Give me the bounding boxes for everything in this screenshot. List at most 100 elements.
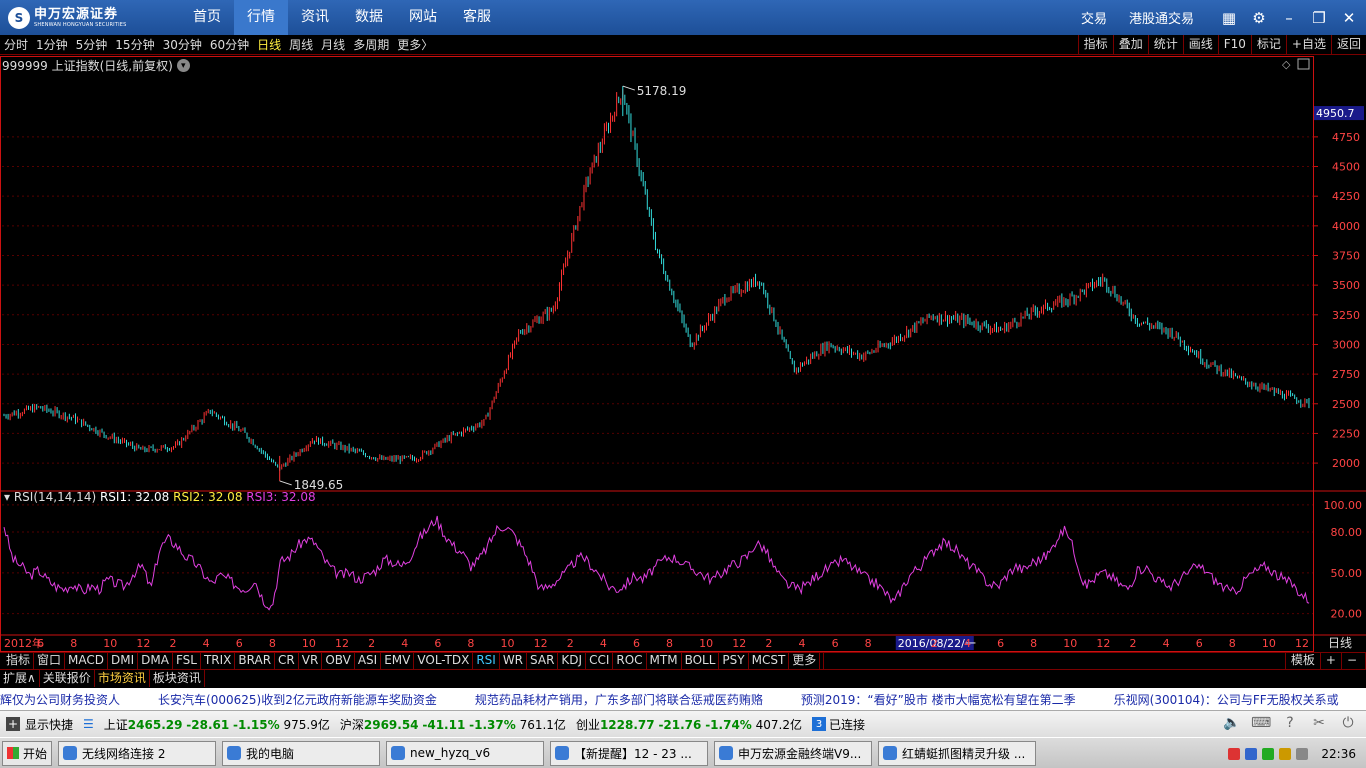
power-icon[interactable]: ⏻ [1338, 715, 1358, 733]
indicator-tab-21[interactable]: BOLL [682, 653, 720, 669]
kline-chart-area[interactable]: 2000 2250 2500 2750 3000 3250 3500 3750 4000 4250… [0, 56, 1366, 652]
period-9[interactable]: 多周期 [349, 36, 393, 53]
indicator-right-1[interactable]: + [1319, 653, 1341, 669]
tray-misc-icon[interactable] [1296, 747, 1309, 760]
tools-icon[interactable]: ✂ [1309, 715, 1329, 733]
period-6[interactable]: 日线 [253, 36, 285, 53]
taskbar-item-5[interactable]: 红蜻蜓抓图精灵升级 ... [878, 740, 1036, 766]
nav-item-4[interactable]: 网站 [396, 0, 450, 35]
chart-canvas[interactable]: 2000225025002750300032503500375040004250… [0, 56, 1366, 652]
index-quote-2[interactable]: 创业1228.77 -21.76 -1.74% 407.2亿 [576, 716, 802, 733]
indicator-tab-6[interactable]: TRIX [201, 653, 236, 669]
info-tab-1[interactable]: 关联报价 [40, 670, 95, 687]
task-label: 申万宏源金融终端V9... [738, 746, 862, 761]
hk-connect-link[interactable]: 港股通交易 [1129, 8, 1194, 27]
indicator-tab-5[interactable]: FSL [173, 653, 201, 669]
indicator-tab-23[interactable]: MCST [749, 653, 790, 669]
window-toggle-icon [1297, 58, 1310, 70]
indicator-tab-2[interactable]: MACD [65, 653, 109, 669]
indicator-tab-11[interactable]: ASI [355, 653, 382, 669]
period-5[interactable]: 60分钟 [206, 36, 253, 53]
period-4[interactable]: 30分钟 [159, 36, 206, 53]
ticker-item[interactable]: 规范药品耗材产销用，广东多部门将联合惩戒医药贿赂 [475, 691, 763, 708]
taskbar-item-0[interactable]: 无线网络连接 2 [58, 740, 216, 766]
expand-plus-icon[interactable]: + [6, 717, 20, 731]
grid-menu-icon[interactable]: ▦ [1216, 5, 1242, 31]
indicator-tab-16[interactable]: SAR [527, 653, 559, 669]
chart-tool-7[interactable]: 返回 [1330, 35, 1366, 55]
index-quote-0[interactable]: 上证2465.29 -28.61 -1.15% 975.9亿 [104, 716, 330, 733]
show-quick-label[interactable]: 显示快捷 [25, 716, 73, 733]
chart-tool-2[interactable]: 统计 [1147, 35, 1183, 55]
indicator-tab-18[interactable]: CCI [586, 653, 614, 669]
indicator-tab-4[interactable]: DMA [138, 653, 173, 669]
nav-item-5[interactable]: 客服 [450, 0, 504, 35]
news-ticker[interactable]: 辉仅为公司财务投资人 长安汽车(000625)收到2亿元政府新能源车奖励资金 规范药… [0, 688, 1366, 710]
taskbar-item-2[interactable]: new_hyzq_v6 [386, 740, 544, 766]
indicator-tab-20[interactable]: MTM [647, 653, 682, 669]
indicator-tab-15[interactable]: WR [500, 653, 528, 669]
indicator-tab-3[interactable]: DMI [108, 653, 139, 669]
indicator-right-0[interactable]: 模板 [1284, 653, 1320, 669]
info-tab-3[interactable]: 板块资讯 [150, 670, 205, 687]
ticker-item[interactable]: 辉仅为公司财务投资人 [0, 691, 120, 708]
trade-link[interactable]: 交易 [1081, 8, 1107, 27]
period-10[interactable]: 更多〉 [393, 36, 437, 53]
indicator-tab-10[interactable]: OBV [322, 653, 355, 669]
chart-tool-6[interactable]: +自选 [1285, 35, 1331, 55]
nav-item-3[interactable]: 数据 [342, 0, 396, 35]
chart-tool-1[interactable]: 叠加 [1112, 35, 1148, 55]
help-icon[interactable]: ? [1280, 715, 1300, 733]
chart-tool-0[interactable]: 指标 [1077, 35, 1113, 55]
speaker-icon[interactable]: 🔈 [1222, 715, 1242, 733]
nav-item-1[interactable]: 行情 [234, 0, 288, 35]
period-0[interactable]: 分时 [0, 36, 32, 53]
period-8[interactable]: 月线 [317, 36, 349, 53]
taskbar-item-4[interactable]: 申万宏源金融终端V9... [714, 740, 872, 766]
start-button[interactable]: 开始 [2, 740, 52, 766]
chart-title: 999999 上证指数(日线,前复权) [2, 59, 173, 73]
indicator-tab-17[interactable]: KDJ [558, 653, 587, 669]
indicator-tab-7[interactable]: BRAR [235, 653, 276, 669]
indicator-tab-9[interactable]: VR [299, 653, 323, 669]
indicator-tab-1[interactable]: 窗口 [34, 653, 66, 669]
indicator-tab-12[interactable]: EMV [381, 653, 415, 669]
index-price: 1228.77 [599, 717, 655, 732]
chart-tool-5[interactable]: 标记 [1250, 35, 1286, 55]
period-7[interactable]: 周线 [285, 36, 317, 53]
nav-item-2[interactable]: 资讯 [288, 0, 342, 35]
info-tab-0[interactable]: 扩展∧ [0, 670, 40, 687]
settings-gear-icon[interactable]: ⚙ [1246, 5, 1272, 31]
indicator-tab-13[interactable]: VOL-TDX [414, 653, 474, 669]
tray-volume-icon[interactable] [1279, 747, 1292, 760]
indicator-tab-22[interactable]: PSY [719, 653, 749, 669]
task-app-icon [555, 746, 569, 760]
ticker-item[interactable]: 乐视网(300104)：公司与FF无股权关系或 [1114, 691, 1339, 708]
indicator-tab-8[interactable]: CR [275, 653, 299, 669]
indicator-right-2[interactable]: − [1340, 653, 1362, 669]
keyboard-icon[interactable]: ⌨ [1251, 715, 1271, 733]
indicator-tab-0[interactable]: 指标 [3, 653, 35, 669]
period-3[interactable]: 15分钟 [111, 36, 158, 53]
indicator-tab-24[interactable]: 更多 [789, 653, 821, 669]
period-2[interactable]: 5分钟 [72, 36, 112, 53]
tray-security-icon[interactable] [1262, 747, 1275, 760]
indicator-tab-14[interactable]: RSI [473, 653, 500, 669]
ticker-item[interactable]: 预测2019：“看好”股市 楼市大幅宽松有望在第二季 [801, 691, 1076, 708]
indicator-tab-19[interactable]: ROC [613, 653, 647, 669]
chart-tool-4[interactable]: F10 [1217, 35, 1251, 55]
taskbar-item-1[interactable]: 我的电脑 [222, 740, 380, 766]
minimize-icon[interactable]: – [1276, 5, 1302, 31]
chevron-down-icon[interactable]: ▾ [176, 59, 190, 72]
restore-icon[interactable]: ❐ [1306, 5, 1332, 31]
index-quote-1[interactable]: 沪深2969.54 -41.11 -1.37% 761.1亿 [340, 716, 566, 733]
ticker-item[interactable]: 长安汽车(000625)收到2亿元政府新能源车奖励资金 [158, 691, 437, 708]
tray-network-icon[interactable] [1245, 747, 1258, 760]
tray-app-icon[interactable] [1228, 747, 1241, 760]
nav-item-0[interactable]: 首页 [180, 0, 234, 35]
period-1[interactable]: 1分钟 [32, 36, 72, 53]
chart-tool-3[interactable]: 画线 [1182, 35, 1218, 55]
taskbar-item-3[interactable]: 【新提醒】12 - 23 ... [550, 740, 708, 766]
info-tab-2[interactable]: 市场资讯 [95, 670, 150, 687]
close-icon[interactable]: ✕ [1336, 5, 1362, 31]
